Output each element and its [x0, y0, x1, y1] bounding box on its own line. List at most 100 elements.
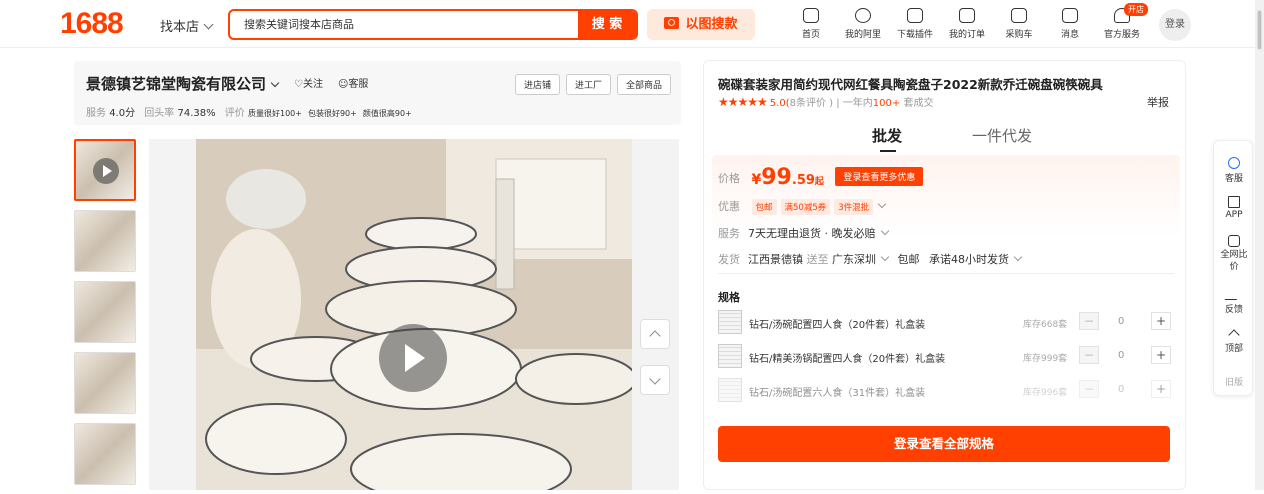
home-icon [803, 8, 819, 23]
login-view-all-specs-button[interactable]: 登录查看全部规格 [718, 426, 1170, 462]
spec-qty[interactable]: 0 [1118, 316, 1124, 327]
chevron-down-icon [877, 199, 887, 209]
price-currency: ¥ [751, 172, 762, 188]
increase-qty-button[interactable]: + [1151, 312, 1171, 330]
sidebar-label: 顶部 [1224, 344, 1243, 354]
search-input[interactable] [230, 11, 580, 38]
nav-messages[interactable]: 消息 [1059, 8, 1081, 40]
decrease-qty-button[interactable]: − [1079, 380, 1099, 398]
sidebar-back-to-top[interactable]: 顶部 [1214, 327, 1254, 354]
spec-stock: 库存999套 [1023, 354, 1068, 364]
sidebar-label: 反馈 [1224, 305, 1243, 315]
thumbnail-image[interactable] [74, 281, 136, 343]
spec-name: 钻石/精美汤锅配置四人食（20件套）礼盒装 [749, 354, 946, 365]
increase-qty-button[interactable]: + [1151, 346, 1171, 364]
price-row: 价格 ¥99.59起 登录查看更多优惠 [718, 165, 924, 190]
tab-wholesale[interactable]: 批发 [872, 125, 902, 152]
find-shop-dropdown[interactable]: 找本店 [160, 16, 214, 35]
search-button[interactable]: 搜 索 [578, 11, 636, 38]
shop-buttons: 进店铺 进工厂 全部商品 [509, 73, 671, 95]
thumbnail-video[interactable] [74, 139, 136, 201]
decrease-qty-button[interactable]: − [1079, 312, 1099, 330]
spec-qty[interactable]: 0 [1118, 350, 1124, 361]
report-link[interactable]: 举报 [1147, 94, 1169, 110]
service-row-label: 服务 [718, 227, 740, 240]
offer-tag: 3件混批 [834, 199, 874, 215]
spec-stock: 库存668套 [1023, 320, 1068, 330]
login-button[interactable]: 登录 [1159, 9, 1191, 41]
nav-my-ali[interactable]: 我的阿里 [842, 8, 884, 40]
chevron-down-icon [203, 19, 214, 30]
tableware-illustration [196, 139, 632, 490]
coupon-login-button[interactable]: 登录查看更多优惠 [835, 167, 924, 186]
spec-qty[interactable]: 0 [1118, 384, 1124, 395]
thumbnail-image[interactable] [74, 352, 136, 414]
sidebar-price-compare[interactable]: 全网比价 [1220, 235, 1248, 273]
service-score: 4.0分 [109, 108, 136, 119]
product-detail-panel: 碗碟套装家用简约现代网红餐具陶瓷盘子2022新款乔迁碗盘碗筷碗具 ★★★★★ 5.… [703, 60, 1186, 490]
all-products-button[interactable]: 全部商品 [616, 74, 671, 95]
search-box: 搜 索 [228, 9, 638, 40]
camera-icon [664, 17, 680, 29]
ship-promise[interactable]: 承诺48小时发货 [929, 253, 1009, 266]
follow-button[interactable]: ♡关注 [294, 75, 323, 90]
sidebar-feedback[interactable]: 反馈 [1214, 288, 1254, 315]
arrow-up-icon [1228, 329, 1240, 341]
image-search-button[interactable]: 以图搜款 [647, 9, 755, 40]
spec-name: 钻石/汤碗配置四人食（20件套）礼盒装 [749, 320, 926, 331]
spec-name: 钻石/汤碗配置六人食（31件套）礼盒装 [749, 388, 926, 399]
decrease-qty-button[interactable]: − [1079, 346, 1099, 364]
increase-qty-button[interactable]: + [1151, 380, 1171, 398]
price-value: ¥99.59起 [751, 165, 824, 190]
shop-info-bar: 景德镇艺锦堂陶瓷有限公司 ♡关注 ☺客服 进店铺 进工厂 全部商品 服务 4.0分 … [74, 61, 681, 125]
shop-name[interactable]: 景德镇艺锦堂陶瓷有限公司 [86, 73, 280, 94]
service-row[interactable]: 服务 7天无理由退货 · 晚发必赔 [718, 225, 889, 241]
customer-service-button[interactable]: ☺客服 [338, 75, 368, 90]
spec-row: 钻石/汤碗配置四人食（20件套）礼盒装 库存668套 − 0 + [718, 310, 1174, 338]
page-scrollbar[interactable] [1255, 0, 1264, 490]
tab-dropship[interactable]: 一件代发 [972, 125, 1032, 146]
divider [718, 273, 1174, 274]
find-shop-label: 找本店 [160, 20, 200, 35]
thumbnail-image[interactable] [74, 423, 136, 485]
sold-prefix: | 一年内 [836, 98, 873, 109]
nav-label: 首页 [801, 30, 820, 40]
site-logo[interactable]: 1688 [60, 7, 124, 41]
chevron-down-icon [270, 78, 280, 88]
nav-download-plugin[interactable]: 下载插件 [894, 8, 936, 40]
review-tag: 质量很好100+ [247, 109, 302, 118]
price-integer: 99 [761, 165, 792, 190]
thumbnail-list [74, 139, 137, 494]
open-shop-badge[interactable]: 开店 [1124, 3, 1148, 16]
top-header: 1688 找本店 搜 索 以图搜款 首页 我的阿里 下载插件 我的订单 采购车 … [0, 0, 1264, 48]
nav-home[interactable]: 首页 [800, 8, 822, 40]
sidebar-customer-service[interactable]: 客服 [1214, 157, 1254, 184]
return-rate: 74.38% [177, 108, 216, 119]
thumbnail-image[interactable] [74, 210, 136, 272]
offers-row[interactable]: 优惠 包邮 满50减5券 3件混批 [718, 198, 887, 215]
video-play-button[interactable] [379, 324, 447, 392]
price-box: 价格 ¥99.59起 登录查看更多优惠 优惠 包邮 满50减5券 3件混批 服务 7天… [712, 155, 1180, 273]
floating-sidebar: 客服 APP 全网比价 反馈 顶部 旧版 [1213, 140, 1253, 396]
review-tag: 颜值很高90+ [362, 109, 412, 118]
sidebar-old-version[interactable]: 旧版 [1214, 375, 1254, 388]
sidebar-label: APP [1225, 210, 1243, 220]
scroll-up-button[interactable] [640, 319, 670, 349]
spec-thumbnail[interactable] [718, 344, 742, 368]
product-photo[interactable] [196, 139, 632, 490]
enter-factory-button[interactable]: 进工厂 [565, 74, 611, 95]
ship-to-selector[interactable]: 广东深圳 [832, 253, 876, 266]
nav-cart[interactable]: 采购车 [1003, 8, 1035, 40]
ship-from: 江西景德镇 [748, 253, 803, 266]
nav-label: 消息 [1060, 30, 1079, 40]
spec-thumbnail[interactable] [718, 310, 742, 334]
spec-thumbnail[interactable] [718, 378, 742, 402]
rating-count[interactable]: 8条评价 ) [790, 98, 837, 109]
scrollbar-thumb[interactable] [1257, 10, 1262, 50]
free-shipping: 包邮 [897, 253, 920, 266]
scroll-down-button[interactable] [640, 365, 670, 395]
sidebar-app[interactable]: APP [1214, 196, 1254, 220]
service-label: 客服 [348, 79, 369, 90]
nav-my-orders[interactable]: 我的订单 [946, 8, 988, 40]
enter-shop-button[interactable]: 进店铺 [514, 74, 560, 95]
